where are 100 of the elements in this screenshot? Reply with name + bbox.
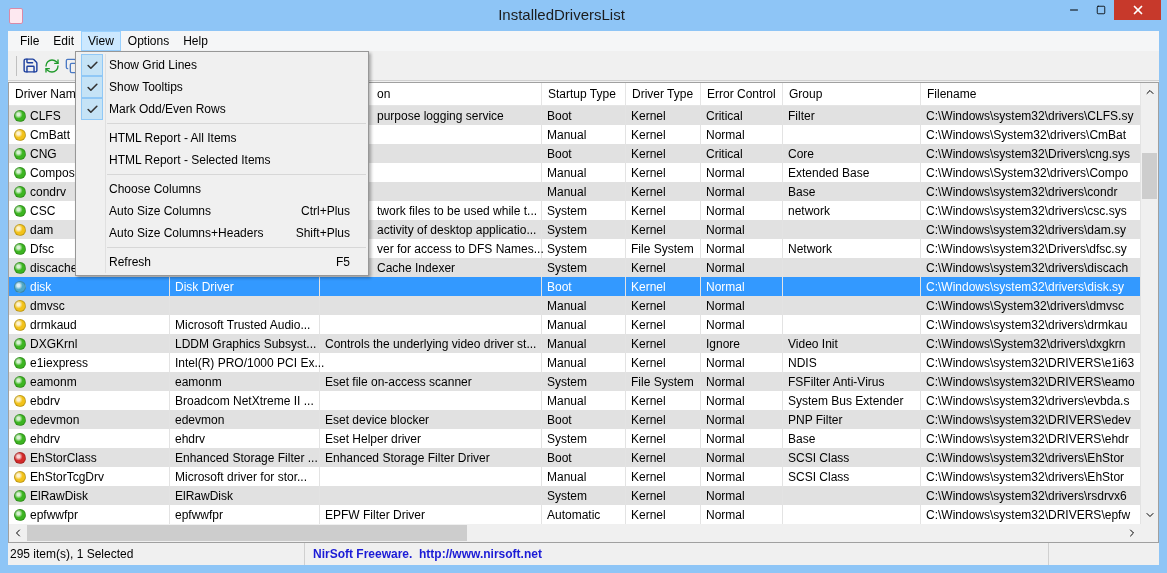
- table-cell-text: File System: [631, 240, 694, 258]
- table-cell-text: Normal: [706, 468, 745, 486]
- menu-item[interactable]: Help: [176, 31, 215, 51]
- scrollbar-thumb[interactable]: [27, 525, 467, 541]
- table-cell-text: C:\Windows\system32\DRIVERS\epfw: [926, 506, 1131, 524]
- table-cell-text: Normal: [706, 449, 745, 467]
- table-cell-text: Eset file on-access scanner: [325, 373, 472, 391]
- table-cell-text: C:\Windows\system32\Drivers\cng.sys: [926, 145, 1131, 163]
- driver-name: ehdrv: [30, 430, 61, 448]
- table-cell-text: Kernel: [631, 297, 666, 315]
- table-cell-text: C:\Windows\System32\drivers\dmvsc: [926, 297, 1125, 315]
- table-cell-text: C:\Windows\system32\drivers\EhStor: [926, 449, 1125, 467]
- table-cell-text: C:\Windows\system32\drivers\dam.sy: [926, 221, 1127, 239]
- table-cell-text: Kernel: [631, 411, 666, 429]
- close-button[interactable]: [1114, 0, 1161, 20]
- menu-item[interactable]: Options: [120, 31, 177, 51]
- driver-name: Compos: [30, 164, 75, 182]
- menu-item[interactable]: View: [81, 31, 121, 51]
- window-title: InstalledDriversList: [497, 5, 626, 26]
- table-cell-text: System Bus Extender: [788, 392, 904, 410]
- table-cell-text: Kernel: [631, 164, 666, 182]
- table-cell-text: Kernel: [631, 449, 666, 467]
- table-cell-text: Base: [788, 183, 816, 201]
- table-cell-text: Ignore: [706, 335, 741, 353]
- table-cell-text: Manual: [547, 164, 587, 182]
- table-cell-text: FSFilter Anti-Virus: [788, 373, 885, 391]
- table-row[interactable]: dmvsc Manual Kernel Normal C:\Windows\System32\drivers\dmvsc: [9, 296, 1141, 315]
- driver-name: e1iexpress: [30, 354, 89, 372]
- driver-name: CmBatt: [30, 126, 70, 144]
- table-cell-text: C:\Windows\system32\drivers\EhStor: [926, 468, 1125, 486]
- table-cell-text: Eset Helper driver: [325, 430, 422, 448]
- table-cell-text: Kernel: [631, 487, 666, 505]
- column-header[interactable]: Group: [783, 83, 921, 105]
- table-row[interactable]: DXGKrnl LDDM Graphics Subsyst... Controls the underlying video driver st... Manual Kernel Ignore Video Init C:\Windows\System32\drivers\dxgkrn: [9, 334, 1141, 353]
- table-cell-text: Normal: [706, 411, 745, 429]
- table-cell-text: Kernel: [631, 468, 666, 486]
- table-cell-text: Kernel: [631, 354, 666, 372]
- table-cell-text: ElRawDisk: [175, 487, 233, 505]
- table-cell-text: Normal: [706, 392, 745, 410]
- table-cell-text: File System: [631, 373, 694, 391]
- driver-name: CNG: [30, 145, 57, 163]
- menu-option[interactable]: Show Grid Lines: [76, 54, 368, 76]
- table-cell-text: C:\Windows\system32\drivers\drmkau: [926, 316, 1128, 334]
- maximize-icon: [1095, 5, 1106, 15]
- table-cell-text: Manual: [547, 335, 587, 353]
- driver-name: CSC: [30, 202, 56, 220]
- driver-name: edevmon: [30, 411, 80, 429]
- driver-name: eamonm: [30, 373, 77, 391]
- website-link[interactable]: NirSoft Freeware. http://www.nirsoft.net: [313, 545, 542, 563]
- table-cell-text: Boot: [547, 107, 572, 125]
- table-cell-text: C:\Windows\system32\drivers\rsdrvx6: [926, 487, 1127, 505]
- table-cell-text: Critical: [706, 145, 743, 163]
- table-cell-text: Kernel: [631, 183, 666, 201]
- table-cell-text: Boot: [547, 411, 572, 429]
- column-header[interactable]: Driver Type: [626, 83, 701, 105]
- menu-item[interactable]: File: [13, 31, 47, 51]
- table-cell-text: Manual: [547, 392, 587, 410]
- driver-name: dmvsc: [30, 297, 65, 315]
- table-cell-text: C:\Windows\system32\drivers\CLFS.sy: [926, 107, 1134, 125]
- table-cell-text: Normal: [706, 487, 745, 505]
- table-cell-text: System: [547, 430, 587, 448]
- table-cell-text: Kernel: [631, 335, 666, 353]
- table-cell-text: Normal: [706, 278, 745, 296]
- table-cell-text: Cache Indexer: [377, 259, 456, 277]
- driver-name: ElRawDisk: [30, 487, 88, 505]
- vertical-scrollbar[interactable]: [1141, 83, 1158, 542]
- table-cell-text: Normal: [706, 373, 745, 391]
- table-row[interactable]: eamonm eamonm Eset file on-access scanner System File System Normal FSFilter Anti-Virus C:\Windows\system32\DRIVERS\eamo: [9, 372, 1141, 391]
- table-cell-text: ehdrv: [175, 430, 206, 448]
- table-cell-text: C:\Windows\system32\drivers\csc.sys: [926, 202, 1127, 220]
- table-cell-text: System: [547, 202, 587, 220]
- scrollbar-thumb[interactable]: [1142, 153, 1157, 199]
- table-row[interactable]: ElRawDisk ElRawDisk System Kernel Normal C:\Windows\system32\drivers\rsdrvx6: [9, 486, 1141, 505]
- table-row[interactable]: edevmon edevmon Eset device blocker Boot Kernel Normal PNP Filter C:\Windows\system32\DRIVERS\edev: [9, 410, 1141, 429]
- table-cell-text: Kernel: [631, 392, 666, 410]
- table-cell-text: C:\Windows\system32\DRIVERS\e1i63: [926, 354, 1135, 372]
- driver-name: epfwwfpr: [30, 506, 79, 524]
- table-cell-text: C:\Windows\system32\Drivers\dfsc.sy: [926, 240, 1127, 258]
- refresh-icon[interactable]: [44, 57, 60, 74]
- table-cell-text: C:\Windows\system32\DRIVERS\ehdr: [926, 430, 1129, 448]
- table-cell-text: Controls the underlying video driver st...: [325, 335, 537, 353]
- save-icon[interactable]: [22, 57, 39, 74]
- column-header[interactable]: Error Control: [701, 83, 783, 105]
- menu-item[interactable]: Edit: [46, 31, 82, 51]
- table-cell-text: Manual: [547, 183, 587, 201]
- table-cell-text: Normal: [706, 164, 745, 182]
- table-cell-text: Kernel: [631, 221, 666, 239]
- table-cell-text: LDDM Graphics Subsyst...: [175, 335, 317, 353]
- driver-name: disk: [30, 278, 52, 296]
- table-cell-text: PNP Filter: [788, 411, 843, 429]
- driver-name: DXGKrnl: [30, 335, 78, 353]
- table-row[interactable]: EhStorClass Enhanced Storage Filter ... Enhanced Storage Filter Driver Boot Kernel Normal SCSI Class C:\Windows\system32\drivers\EhStor: [9, 448, 1141, 467]
- table-cell-text: Base: [788, 430, 816, 448]
- table-cell-text: Core: [788, 145, 814, 163]
- table-cell-text: epfwwfpr: [175, 506, 224, 524]
- column-header[interactable]: Startup Type: [542, 83, 626, 105]
- menu-option[interactable]: Auto Size Columns Ctrl+Plus: [76, 200, 368, 222]
- table-cell-text: ver for access to DFS Names...: [377, 240, 544, 258]
- table-cell-text: C:\Windows\system32\drivers\disk.sy: [926, 278, 1125, 296]
- horizontal-scrollbar[interactable]: [9, 524, 1141, 542]
